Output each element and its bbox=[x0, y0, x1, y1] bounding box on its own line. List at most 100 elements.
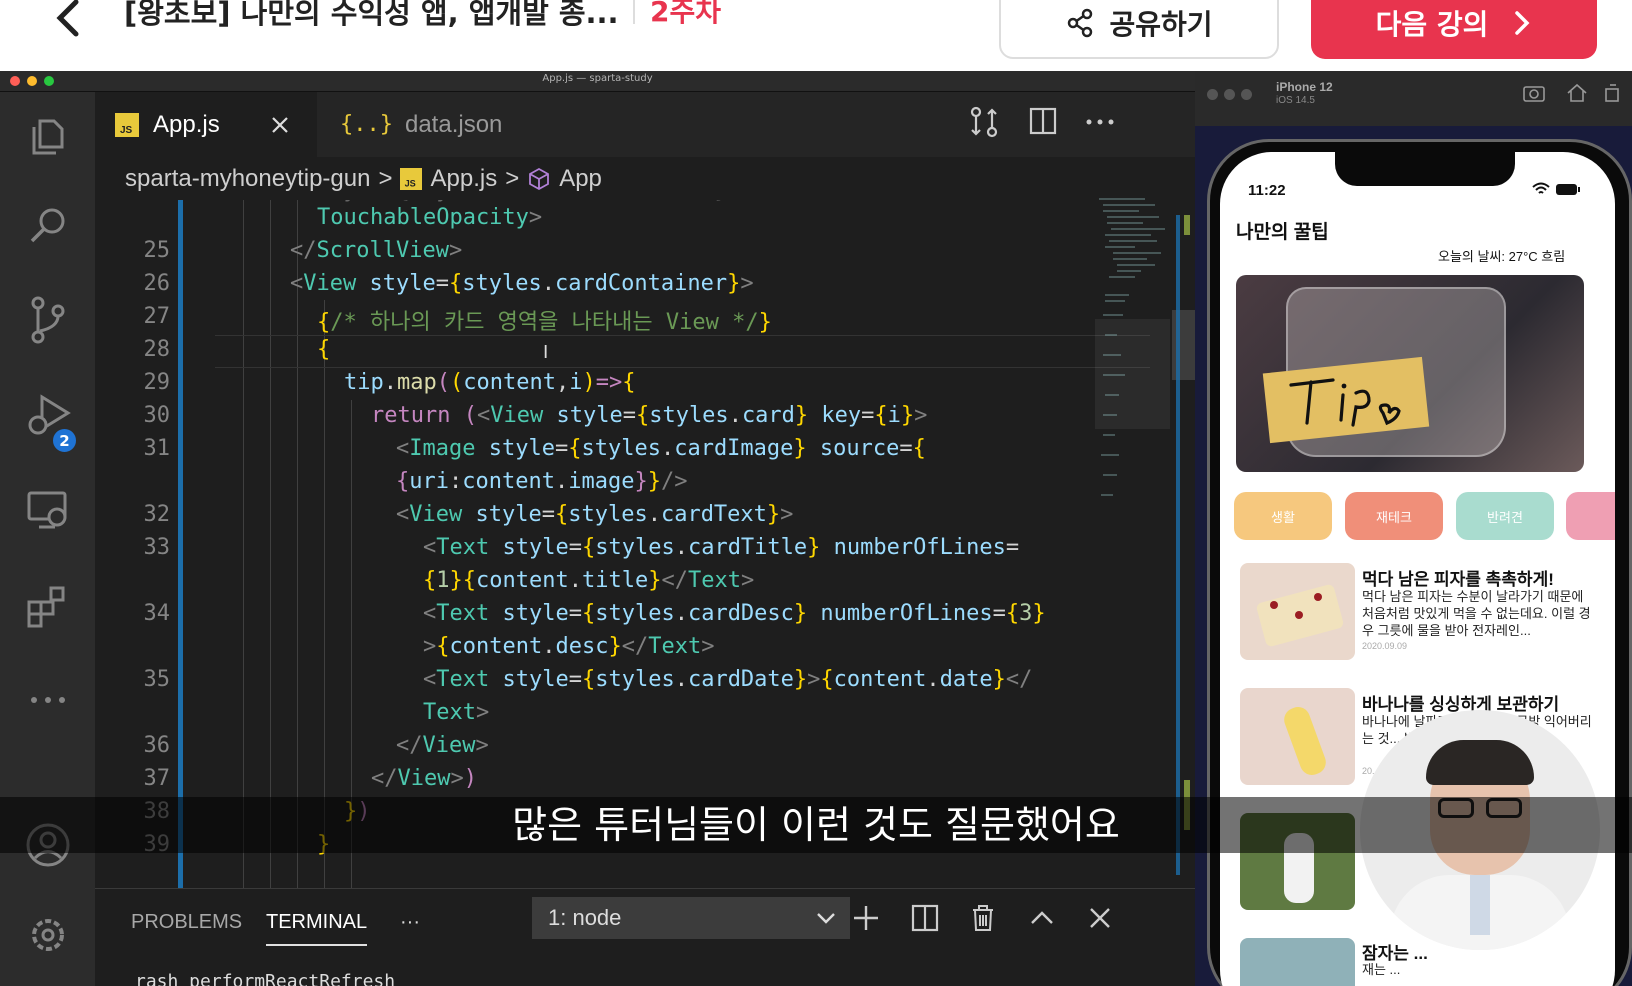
run-debug-button[interactable] bbox=[20, 387, 76, 443]
card-desc: 먹다 남은 피자는 수분이 날라가기 때문에 처음처럼 맛있게 먹을 수 없는데… bbox=[1362, 589, 1591, 638]
back-button[interactable] bbox=[48, 0, 92, 52]
hero-image bbox=[1236, 275, 1584, 472]
terminal-select[interactable]: 1: node bbox=[532, 897, 850, 939]
remote-explorer-button[interactable] bbox=[20, 482, 76, 538]
extensions-button[interactable] bbox=[20, 577, 76, 633]
code-line: <Text style={styles.cardTitle} numberOfL… bbox=[423, 535, 1020, 560]
run-debug-icon bbox=[28, 394, 71, 435]
remote-icon bbox=[27, 491, 67, 529]
line-number: 32 bbox=[143, 502, 171, 527]
code-line: <Text style={styles.cardDate}>{content.d… bbox=[423, 667, 1033, 692]
code-line: style={styles.middleButtonText}>팁을 찾 bbox=[317, 200, 815, 204]
editor-tabs: JS App.js {..} data.json bbox=[95, 92, 1195, 157]
more-views-button[interactable] bbox=[20, 672, 76, 728]
ellipsis-icon bbox=[31, 697, 65, 703]
bottom-panel: PROBLEMS TERMINAL ··· 1: node rash perfo… bbox=[95, 888, 1195, 986]
code-line: >{content.desc}</Text> bbox=[423, 634, 715, 659]
rotate-icon[interactable] bbox=[1602, 83, 1622, 103]
tab-terminal[interactable]: TERMINAL bbox=[266, 911, 368, 946]
vertical-scrollbar[interactable] bbox=[1172, 200, 1195, 888]
app-title: 나만의 꿀팁 bbox=[1236, 222, 1329, 243]
git-gutter bbox=[178, 200, 183, 888]
search-button[interactable] bbox=[20, 197, 76, 253]
screen: [왕초보] 나만의 수익성 앱, 앱개발 종... 2주차 공유하기 다음 강의… bbox=[0, 0, 1632, 986]
source-control-button[interactable] bbox=[20, 292, 76, 348]
code-line: Text> bbox=[423, 700, 490, 725]
share-label: 공유하기 bbox=[1109, 7, 1213, 41]
line-number: 36 bbox=[143, 733, 171, 758]
chevron-up-icon[interactable] bbox=[1027, 903, 1057, 933]
category-chip-partial[interactable] bbox=[1566, 492, 1615, 540]
split-terminal-icon[interactable] bbox=[910, 903, 940, 933]
notch bbox=[1335, 152, 1515, 186]
card-desc: 재는 ... bbox=[1362, 962, 1401, 977]
tip-label-graphic bbox=[1289, 378, 1401, 427]
next-lecture-button[interactable]: 다음 강의 bbox=[1311, 0, 1597, 59]
js-file-icon: JS bbox=[400, 167, 423, 190]
share-button[interactable]: 공유하기 bbox=[999, 0, 1279, 59]
share-icon bbox=[1068, 8, 1093, 37]
breadcrumb-folder[interactable]: sparta-myhoneytip-gun bbox=[125, 165, 370, 193]
breadcrumb-symbol[interactable]: App bbox=[559, 165, 602, 193]
trash-icon[interactable] bbox=[968, 903, 998, 933]
status-time: 11:22 bbox=[1248, 182, 1286, 199]
line-number: 27 bbox=[143, 304, 171, 329]
js-file-icon: JS bbox=[115, 113, 139, 137]
chevron-right-icon bbox=[1515, 10, 1530, 35]
next-lecture-label: 다음 강의 bbox=[1375, 7, 1489, 41]
category-chip[interactable]: 반려견 bbox=[1456, 492, 1554, 540]
manage-button[interactable] bbox=[20, 907, 76, 963]
panel-more-button[interactable]: ··· bbox=[400, 911, 420, 934]
os-version: iOS 14.5 bbox=[1276, 95, 1315, 106]
line-number: 35 bbox=[143, 667, 171, 692]
code-line: <View style={styles.cardText}> bbox=[396, 502, 794, 527]
extensions-icon bbox=[27, 586, 65, 628]
new-terminal-icon[interactable] bbox=[851, 903, 881, 933]
files-icon bbox=[32, 119, 64, 155]
component-icon bbox=[529, 167, 550, 190]
line-number: 34 bbox=[143, 601, 171, 626]
gear-icon bbox=[32, 919, 64, 951]
line-number: 29 bbox=[143, 370, 171, 395]
window-title: App.js — sparta-study bbox=[542, 73, 653, 84]
code-line: </View>) bbox=[371, 766, 477, 791]
close-panel-icon[interactable] bbox=[1085, 903, 1115, 933]
screenshot-icon[interactable] bbox=[1523, 83, 1545, 103]
category-chip[interactable]: 생활 bbox=[1234, 492, 1332, 540]
simulator-toolbar: iPhone 12 iOS 14.5 bbox=[1195, 71, 1632, 126]
course-header: [왕초보] 나만의 수익성 앱, 앱개발 종... 2주차 공유하기 다음 강의 bbox=[0, 0, 1632, 71]
card-image bbox=[1240, 938, 1355, 986]
json-file-icon: {..} bbox=[340, 112, 393, 137]
code-line: </View> bbox=[396, 733, 489, 758]
compare-changes-icon[interactable] bbox=[968, 106, 1000, 138]
explorer-button[interactable] bbox=[20, 107, 76, 163]
card-image bbox=[1240, 688, 1355, 785]
split-editor-icon[interactable] bbox=[1028, 106, 1058, 136]
tab-label: App.js bbox=[153, 111, 220, 138]
chevron-left-icon bbox=[56, 0, 79, 37]
category-chip[interactable]: 재테크 bbox=[1345, 492, 1443, 540]
code-line: <View style={styles.cardContainer}> bbox=[290, 271, 754, 296]
card-date: 2020.09.09 bbox=[1362, 641, 1408, 651]
device-name: iPhone 12 bbox=[1276, 80, 1333, 94]
svg-text:JS: JS bbox=[120, 125, 133, 136]
breadcrumb-file[interactable]: App.js bbox=[430, 165, 497, 193]
home-icon[interactable] bbox=[1566, 83, 1588, 103]
code-editor[interactable]: 25 26 27 28 29 30 31 32 33 34 35 36 37 3… bbox=[95, 200, 1195, 888]
line-number: 28 bbox=[143, 337, 171, 362]
tab-app-js[interactable]: JS App.js bbox=[95, 92, 317, 157]
code-line: tip.map((content,i)=>{ bbox=[344, 370, 636, 395]
code-line: <Text style={styles.cardDesc} numberOfLi… bbox=[423, 601, 1046, 626]
line-number: 33 bbox=[143, 535, 171, 560]
terminal-output: rash performReactRefresh bbox=[135, 971, 396, 986]
wifi-icon bbox=[1532, 182, 1550, 194]
close-icon[interactable] bbox=[270, 115, 290, 135]
code-line: TouchableOpacity> bbox=[317, 205, 543, 230]
code-line: {uri:content.image}}/> bbox=[396, 469, 688, 494]
tab-data-json[interactable]: {..} data.json bbox=[320, 92, 550, 157]
tab-problems[interactable]: PROBLEMS bbox=[131, 911, 242, 934]
minimap[interactable] bbox=[1095, 195, 1170, 525]
card-image bbox=[1240, 563, 1355, 660]
code-line: { bbox=[317, 337, 331, 362]
more-actions-icon[interactable] bbox=[1085, 118, 1115, 126]
